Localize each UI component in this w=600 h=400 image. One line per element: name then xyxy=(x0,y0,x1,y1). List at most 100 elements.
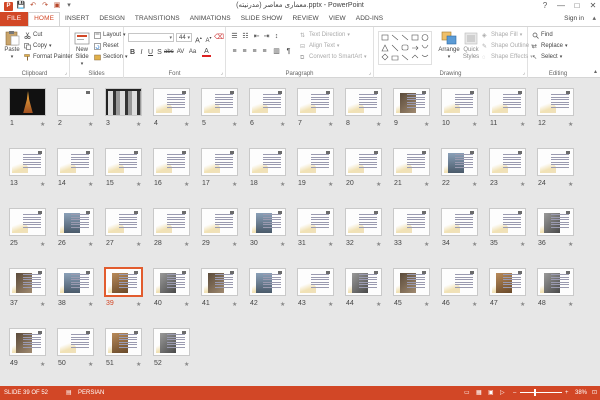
slide-thumbnail[interactable] xyxy=(57,208,94,236)
animation-star-icon[interactable]: ★ xyxy=(328,121,333,128)
slide-thumbnail[interactable] xyxy=(441,88,478,116)
increase-font-size-icon[interactable]: A▴ xyxy=(194,33,203,44)
convert-to-smartart-button[interactable]: ⧉ Convert to SmartArt ▾ xyxy=(300,53,367,62)
slide-thumbnail[interactable] xyxy=(345,88,382,116)
animation-star-icon[interactable]: ★ xyxy=(424,121,429,128)
animation-star-icon[interactable]: ★ xyxy=(472,301,477,308)
slide-thumbnail[interactable] xyxy=(153,268,190,296)
slide-thumbnail[interactable] xyxy=(9,328,46,356)
slide-thumbnail[interactable] xyxy=(489,268,526,296)
align-center-icon[interactable]: ≡ xyxy=(240,47,249,56)
tab-view[interactable]: VIEW xyxy=(324,12,351,26)
slide-thumbnail[interactable] xyxy=(345,268,382,296)
bold-icon[interactable]: B xyxy=(128,48,137,57)
fit-to-window-icon[interactable]: ⊡ xyxy=(592,386,597,400)
slide-thumbnail[interactable] xyxy=(9,208,46,236)
slide-thumbnail[interactable] xyxy=(153,208,190,236)
animation-star-icon[interactable]: ★ xyxy=(472,241,477,248)
animation-star-icon[interactable]: ★ xyxy=(280,241,285,248)
text-direction-button[interactable]: ⇅ Text Direction ▾ xyxy=(300,31,350,40)
dialog-launcher-icon[interactable]: ⌟ xyxy=(221,70,223,76)
zoom-slider[interactable] xyxy=(520,392,562,393)
slide-thumbnail[interactable] xyxy=(105,88,142,116)
ribbon-display-options-icon[interactable]: ▴ xyxy=(592,12,596,26)
align-text-button[interactable]: ⊟ Align Text ▾ xyxy=(300,42,339,51)
animation-star-icon[interactable]: ★ xyxy=(136,181,141,188)
rtl-icon[interactable]: ¶ xyxy=(284,47,293,56)
animation-star-icon[interactable]: ★ xyxy=(136,121,141,128)
line-spacing-icon[interactable]: ↕ xyxy=(272,32,281,41)
slide-thumbnail[interactable] xyxy=(537,88,574,116)
animation-star-icon[interactable]: ★ xyxy=(568,241,573,248)
slide-thumbnail[interactable] xyxy=(537,148,574,176)
animation-star-icon[interactable]: ★ xyxy=(424,181,429,188)
slide-thumbnail[interactable] xyxy=(441,268,478,296)
section-button[interactable]: Section ▾ xyxy=(94,53,128,62)
font-name-combo[interactable]: ▾ xyxy=(128,33,174,42)
undo-icon[interactable]: ↶ xyxy=(29,2,37,10)
animation-star-icon[interactable]: ★ xyxy=(232,121,237,128)
animation-star-icon[interactable]: ★ xyxy=(136,241,141,248)
slide-thumbnail[interactable] xyxy=(57,328,94,356)
shape-outline-button[interactable]: ✎ Shape Outline ▾ xyxy=(482,42,534,51)
animation-star-icon[interactable]: ★ xyxy=(568,181,573,188)
animation-star-icon[interactable]: ★ xyxy=(232,241,237,248)
align-left-icon[interactable]: ≡ xyxy=(230,47,239,56)
slide-thumbnail[interactable] xyxy=(153,148,190,176)
slide-thumbnail[interactable] xyxy=(105,268,142,296)
animation-star-icon[interactable]: ★ xyxy=(40,301,45,308)
decrease-indent-icon[interactable]: ⇤ xyxy=(252,32,261,41)
arrange-button[interactable]: Arrange ▾ xyxy=(438,30,460,61)
minimize-button[interactable]: — xyxy=(556,1,566,11)
animation-star-icon[interactable]: ★ xyxy=(184,301,189,308)
animation-star-icon[interactable]: ★ xyxy=(280,181,285,188)
zoom-level[interactable]: 38% xyxy=(575,386,587,400)
animation-star-icon[interactable]: ★ xyxy=(88,121,93,128)
animation-star-icon[interactable]: ★ xyxy=(376,121,381,128)
slide-thumbnail[interactable] xyxy=(201,268,238,296)
slide-thumbnail[interactable] xyxy=(9,148,46,176)
slide-thumbnail[interactable] xyxy=(297,88,334,116)
animation-star-icon[interactable]: ★ xyxy=(184,241,189,248)
paste-button[interactable]: Paste ▾ xyxy=(3,30,21,61)
animation-star-icon[interactable]: ★ xyxy=(376,301,381,308)
start-from-beginning-icon[interactable]: ▣ xyxy=(53,2,61,10)
italic-icon[interactable]: I xyxy=(137,48,146,57)
animation-star-icon[interactable]: ★ xyxy=(88,181,93,188)
slide-thumbnail[interactable] xyxy=(345,208,382,236)
animation-star-icon[interactable]: ★ xyxy=(376,181,381,188)
spelling-icon[interactable]: ▤ xyxy=(66,386,72,400)
customize-qat-icon[interactable]: ▾ xyxy=(65,2,73,10)
slide-thumbnail[interactable] xyxy=(297,268,334,296)
find-button[interactable]: Find xyxy=(532,31,553,40)
slide-thumbnail[interactable] xyxy=(345,148,382,176)
strikethrough-icon[interactable]: abc xyxy=(164,48,174,57)
animation-star-icon[interactable]: ★ xyxy=(424,241,429,248)
reading-view-icon[interactable]: ▣ xyxy=(488,386,494,400)
slide-sorter-view[interactable]: 1 ★ 2 ★ 3 ★ 4 ★ 5 ★ 6 ★ 7 ★ 8 ★ 9 ★ 10 ★ 11 ★ 12 ★ 13 ★ 14 ★ 15 ★ 16 ★ 1… xyxy=(0,78,600,386)
slide-thumbnail[interactable] xyxy=(297,208,334,236)
slide-thumbnail[interactable] xyxy=(201,208,238,236)
justify-icon[interactable]: ≡ xyxy=(260,47,269,56)
dialog-launcher-icon[interactable]: ⌟ xyxy=(65,70,67,76)
language-indicator[interactable]: PERSIAN xyxy=(78,386,104,400)
animation-star-icon[interactable]: ★ xyxy=(184,361,189,368)
slide-thumbnail[interactable] xyxy=(153,88,190,116)
tab-design[interactable]: DESIGN xyxy=(94,12,130,26)
slide-thumbnail[interactable] xyxy=(297,148,334,176)
select-button[interactable]: ↖ Select ▾ xyxy=(532,53,562,62)
tab-file[interactable]: FILE xyxy=(0,12,29,26)
animation-star-icon[interactable]: ★ xyxy=(136,361,141,368)
shape-fill-button[interactable]: ◈ Shape Fill ▾ xyxy=(482,31,522,40)
shapes-gallery[interactable] xyxy=(378,31,432,65)
animation-star-icon[interactable]: ★ xyxy=(568,121,573,128)
slide-thumbnail[interactable] xyxy=(57,268,94,296)
animation-star-icon[interactable]: ★ xyxy=(280,121,285,128)
zoom-slider-thumb[interactable] xyxy=(534,389,536,396)
slide-show-icon[interactable]: ▷ xyxy=(500,386,505,400)
zoom-in-button[interactable]: + xyxy=(565,386,569,400)
cut-button[interactable]: Cut xyxy=(24,31,42,40)
animation-star-icon[interactable]: ★ xyxy=(520,121,525,128)
slide-thumbnail[interactable] xyxy=(249,88,286,116)
shape-effects-button[interactable]: ◌ Shape Effects ▾ xyxy=(482,53,533,62)
